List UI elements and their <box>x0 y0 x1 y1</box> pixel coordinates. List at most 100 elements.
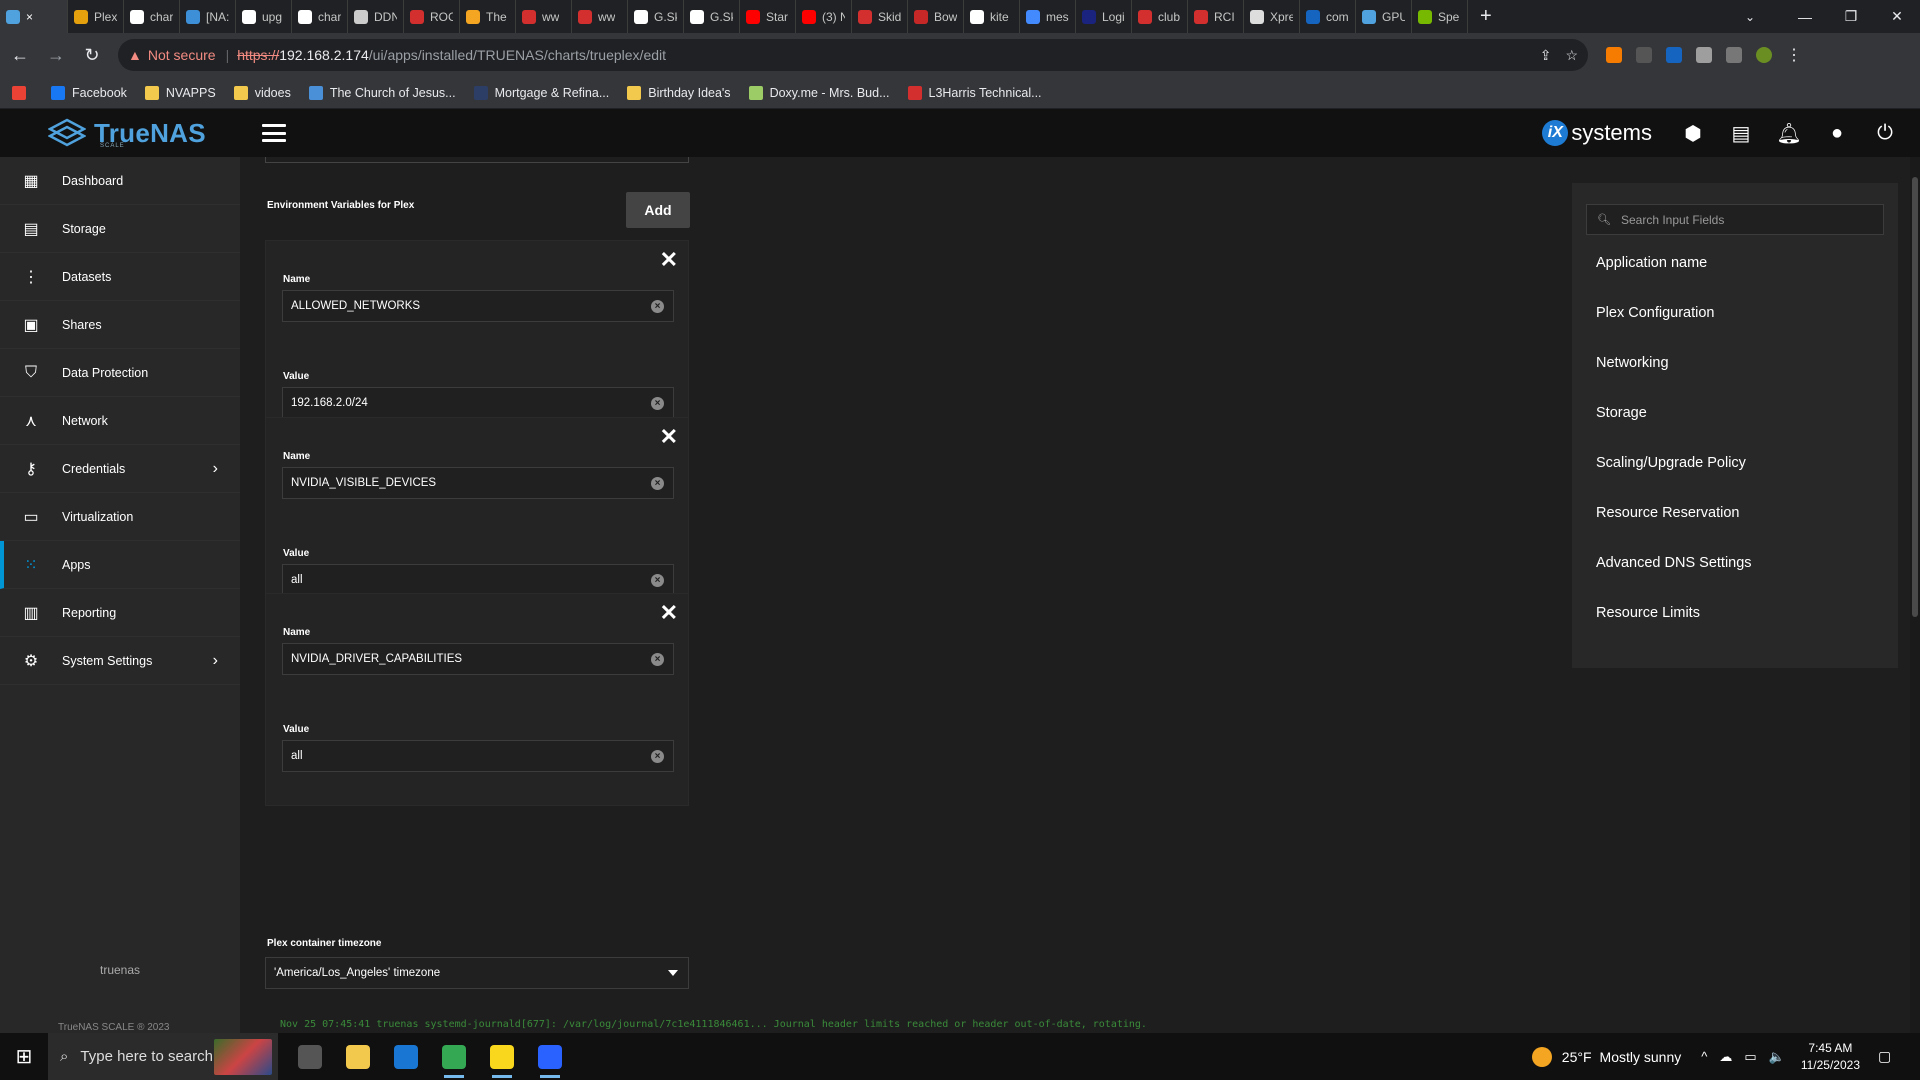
show-hidden-icons-icon[interactable]: ^ <box>1701 1049 1707 1065</box>
taskbar-app[interactable] <box>478 1033 526 1080</box>
minimize-button[interactable]: — <box>1782 0 1828 33</box>
remove-env-var-icon[interactable]: ✕ <box>660 247 678 273</box>
bookmark-item[interactable]: Mortgage & Refina... <box>473 85 609 100</box>
section-link-scaling-upgrade-policy[interactable]: Scaling/Upgrade Policy <box>1596 455 1746 471</box>
taskbar-app[interactable] <box>430 1033 478 1080</box>
sidebar-item-system-settings[interactable]: ⚙ System Settings › <box>0 637 240 685</box>
clear-input-icon[interactable]: × <box>651 574 664 587</box>
start-button[interactable]: ⊞ <box>0 1033 48 1080</box>
bookmark-item[interactable] <box>12 85 33 100</box>
section-link-resource-limits[interactable]: Resource Limits <box>1596 605 1700 621</box>
browser-tab[interactable]: char <box>292 0 348 33</box>
network-tray-icon[interactable]: ▭ <box>1744 1049 1756 1065</box>
browser-tab[interactable]: club <box>1132 0 1188 33</box>
share-icon[interactable]: ⇪ <box>1540 47 1552 64</box>
reload-button[interactable]: ↻ <box>76 39 108 71</box>
browser-tab[interactable]: kite <box>964 0 1020 33</box>
clear-input-icon[interactable]: × <box>651 300 664 313</box>
volume-icon[interactable]: 🔈 <box>1769 1049 1785 1065</box>
section-link-plex-configuration[interactable]: Plex Configuration <box>1596 305 1715 321</box>
section-link-application-name[interactable]: Application name <box>1596 255 1707 271</box>
bookmark-item[interactable]: The Church of Jesus... <box>308 85 456 100</box>
notification-center-icon[interactable]: ▢ <box>1878 1048 1908 1065</box>
page-scrollbar[interactable] <box>1910 157 1920 1033</box>
sidebar-item-apps[interactable]: ⁙ Apps <box>0 541 240 589</box>
bookmark-item[interactable]: NVAPPS <box>144 85 216 100</box>
browser-tab[interactable]: ww <box>516 0 572 33</box>
browser-tab[interactable]: char <box>124 0 180 33</box>
browser-tab[interactable]: Logi <box>1076 0 1132 33</box>
browser-tab[interactable]: Star <box>740 0 796 33</box>
account-icon[interactable]: ● <box>1826 122 1848 144</box>
power-icon[interactable]: ⏻ <box>1874 122 1896 144</box>
env-name-input[interactable]: ALLOWED_NETWORKS × <box>282 290 674 322</box>
sidebar-item-credentials[interactable]: ⚷ Credentials › <box>0 445 240 493</box>
browser-tab[interactable]: Xpre <box>1244 0 1300 33</box>
puzzle-extensions-icon[interactable] <box>1696 47 1712 63</box>
browser-tab[interactable]: ww <box>572 0 628 33</box>
env-name-input[interactable]: NVIDIA_VISIBLE_DEVICES × <box>282 467 674 499</box>
browser-tab[interactable]: (3) N <box>796 0 852 33</box>
sidebar-item-datasets[interactable]: ⋮ Datasets <box>0 253 240 301</box>
remove-env-var-icon[interactable]: ✕ <box>660 600 678 626</box>
sidebar-item-network[interactable]: ⋏ Network <box>0 397 240 445</box>
ixsystems-logo[interactable]: iX systems <box>1542 120 1652 146</box>
side-panel-icon[interactable] <box>1726 47 1742 63</box>
new-tab-button[interactable]: + <box>1468 0 1504 33</box>
bookmark-item[interactable]: Facebook <box>51 85 127 100</box>
search-input-fields[interactable]: 🔍︎ Search Input Fields <box>1586 204 1884 235</box>
browser-tab[interactable]: upg <box>236 0 292 33</box>
browser-tab[interactable]: × <box>0 0 68 33</box>
reader-extension-icon[interactable] <box>1636 47 1652 63</box>
sidebar-item-shares[interactable]: ▣ Shares <box>0 301 240 349</box>
sidebar-item-reporting[interactable]: ▥ Reporting <box>0 589 240 637</box>
restore-button[interactable]: ❐ <box>1828 0 1874 33</box>
browser-menu-icon[interactable]: ⋮ <box>1786 45 1802 65</box>
browser-tab[interactable]: Spe <box>1412 0 1468 33</box>
browser-tab[interactable]: Plex <box>68 0 124 33</box>
search-highlight-image[interactable] <box>214 1038 272 1075</box>
taskbar-app[interactable] <box>526 1033 574 1080</box>
clear-input-icon[interactable]: × <box>651 477 664 490</box>
section-link-storage[interactable]: Storage <box>1596 405 1647 421</box>
back-button[interactable]: ← <box>4 39 36 71</box>
clear-input-icon[interactable]: × <box>651 397 664 410</box>
clear-input-icon[interactable]: × <box>651 750 664 763</box>
section-link-resource-reservation[interactable]: Resource Reservation <box>1596 505 1739 521</box>
env-value-input[interactable]: 192.168.2.0/24 × <box>282 387 674 419</box>
section-link-networking[interactable]: Networking <box>1596 355 1669 371</box>
browser-tab[interactable]: G.Sk <box>684 0 740 33</box>
weather-widget[interactable]: 25°F Mostly sunny <box>1531 1046 1681 1067</box>
remove-env-var-icon[interactable]: ✕ <box>660 424 678 450</box>
bookmark-item[interactable]: Doxy.me - Mrs. Bud... <box>748 85 890 100</box>
browser-tab[interactable]: RCI <box>1188 0 1244 33</box>
sidebar-item-storage[interactable]: ▤ Storage <box>0 205 240 253</box>
security-status[interactable]: Not secure <box>148 47 216 63</box>
browser-tab[interactable]: The <box>460 0 516 33</box>
menu-toggle-icon[interactable] <box>262 124 286 142</box>
sidebar-item-data-protection[interactable]: ⛉ Data Protection <box>0 349 240 397</box>
onedrive-icon[interactable]: ☁ <box>1719 1049 1732 1065</box>
truecommand-icon[interactable]: ⬢ <box>1682 122 1704 145</box>
env-name-input[interactable]: NVIDIA_DRIVER_CAPABILITIES × <box>282 643 674 675</box>
bookmark-item[interactable]: Birthday Idea's <box>627 85 731 100</box>
env-value-input[interactable]: all × <box>282 564 674 596</box>
section-link-advanced-dns-settings[interactable]: Advanced DNS Settings <box>1596 555 1752 571</box>
rss-extension-icon[interactable] <box>1606 47 1622 63</box>
env-value-input[interactable]: all × <box>282 740 674 772</box>
add-env-var-button[interactable]: Add <box>626 192 690 228</box>
browser-tab[interactable]: DDN <box>348 0 404 33</box>
taskbar-app[interactable] <box>334 1033 382 1080</box>
bookmark-star-icon[interactable]: ☆ <box>1565 47 1578 64</box>
browser-tab[interactable]: Bow <box>908 0 964 33</box>
browser-tab[interactable]: com <box>1300 0 1356 33</box>
bookmark-item[interactable]: vidoes <box>233 85 291 100</box>
forward-button[interactable]: → <box>40 39 72 71</box>
browser-tab[interactable]: G.Sk <box>628 0 684 33</box>
bitwarden-extension-icon[interactable] <box>1666 47 1682 63</box>
bookmark-item[interactable]: L3Harris Technical... <box>907 85 1042 100</box>
browser-tab[interactable]: mes <box>1020 0 1076 33</box>
close-window-button[interactable]: ✕ <box>1874 0 1920 33</box>
clock[interactable]: 7:45 AM 11/25/2023 <box>1801 1040 1860 1074</box>
taskbar-app[interactable] <box>286 1033 334 1080</box>
